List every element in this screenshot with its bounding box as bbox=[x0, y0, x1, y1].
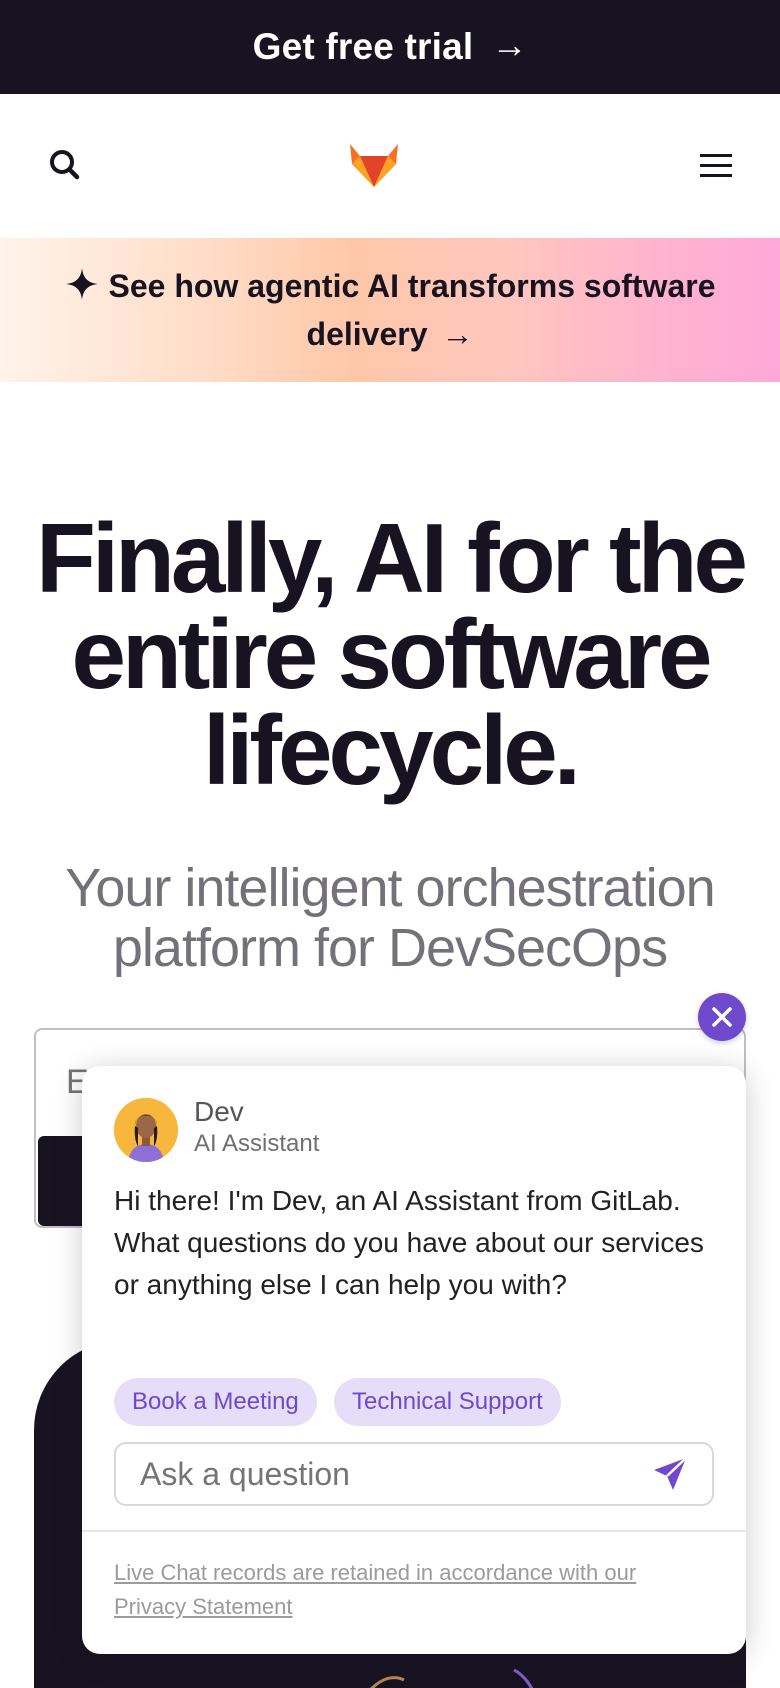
quick-reply-book-meeting[interactable]: Book a Meeting bbox=[114, 1378, 317, 1426]
chat-widget: Dev AI Assistant Hi there! I'm Dev, an A… bbox=[82, 1066, 746, 1654]
hamburger-menu-icon[interactable] bbox=[696, 146, 736, 186]
agentic-ai-promo-banner[interactable]: See how agentic AI transforms software d… bbox=[0, 238, 780, 382]
hero-subtitle: Your intelligent orchestration platform … bbox=[65, 858, 715, 978]
chat-agent-role: AI Assistant bbox=[194, 1130, 320, 1157]
chat-divider bbox=[82, 1530, 746, 1532]
site-navbar bbox=[0, 94, 780, 238]
chat-input-container bbox=[114, 1442, 714, 1506]
free-trial-banner[interactable]: Get free trial → bbox=[0, 0, 780, 94]
free-trial-label: Get free trial bbox=[252, 26, 474, 67]
chat-question-input[interactable] bbox=[140, 1444, 640, 1504]
avatar bbox=[114, 1098, 178, 1162]
quick-reply-technical-support[interactable]: Technical Support bbox=[334, 1378, 561, 1426]
gitlab-logo[interactable] bbox=[348, 139, 400, 189]
sparkle-icon bbox=[65, 266, 99, 300]
chat-greeting-message: Hi there! I'm Dev, an AI Assistant from … bbox=[114, 1185, 704, 1300]
arrow-right-icon: → bbox=[491, 24, 528, 65]
arrow-right-icon: → bbox=[441, 316, 474, 352]
privacy-statement-link[interactable]: Privacy Statement bbox=[114, 1594, 293, 1619]
chat-footer: Live Chat records are retained in accord… bbox=[114, 1556, 714, 1624]
send-icon[interactable] bbox=[652, 1456, 688, 1492]
chat-retention-link[interactable]: Live Chat records are retained in accord… bbox=[114, 1560, 636, 1585]
close-icon bbox=[712, 1007, 732, 1027]
promo-text: See how agentic AI transforms software d… bbox=[108, 268, 716, 352]
chat-close-button[interactable] bbox=[698, 993, 746, 1041]
chat-agent-name: Dev bbox=[194, 1096, 244, 1127]
hero-title: Finally, AI for the entire software life… bbox=[35, 503, 748, 805]
search-icon[interactable] bbox=[44, 144, 88, 188]
